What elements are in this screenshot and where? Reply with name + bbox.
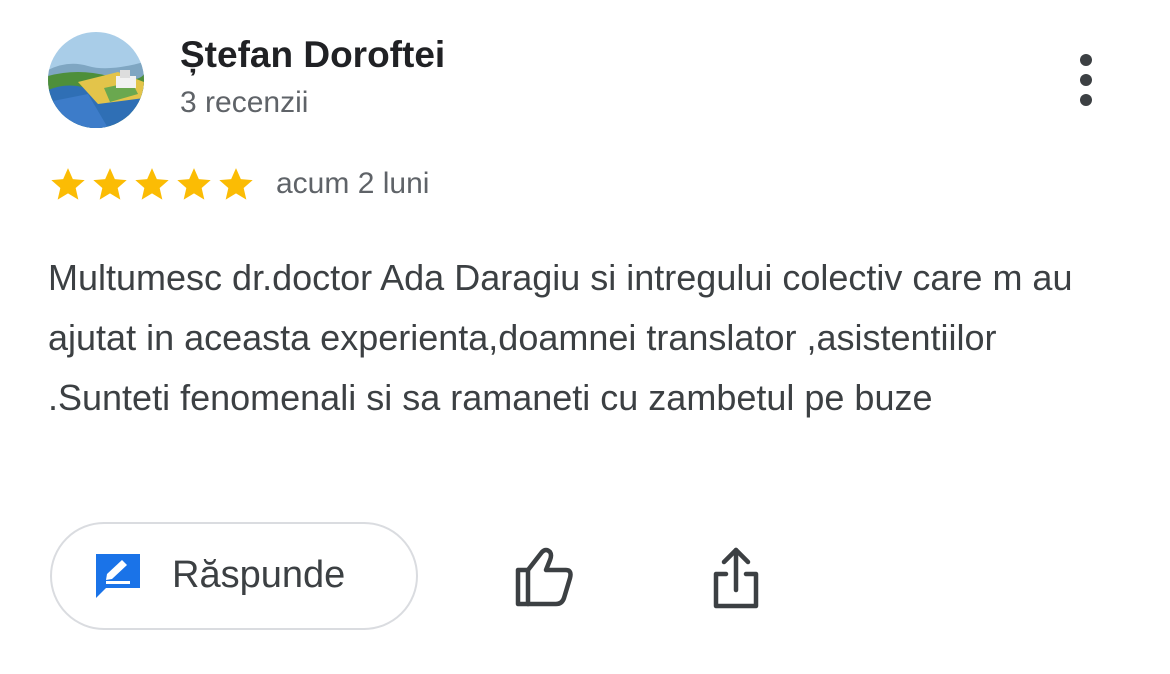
more-options-button[interactable] xyxy=(1062,50,1110,110)
like-button[interactable] xyxy=(508,544,580,612)
review-count[interactable]: 3 recenzii xyxy=(180,86,308,120)
thumbs-up-icon xyxy=(515,547,573,607)
review-time: acum 2 luni xyxy=(276,167,430,200)
star-icon xyxy=(135,168,169,200)
star-icon xyxy=(51,168,85,200)
landscape-photo-avatar-icon xyxy=(48,32,144,128)
author-name[interactable]: Ștefan Doroftei xyxy=(180,34,445,76)
avatar[interactable] xyxy=(48,32,144,128)
star-rating xyxy=(48,162,256,206)
star-icon xyxy=(219,168,253,200)
review-text: Multumesc dr.doctor Ada Daragiu si intre… xyxy=(48,257,1073,418)
more-vert-icon-dot xyxy=(1080,94,1092,106)
reply-icon xyxy=(96,554,140,598)
share-icon xyxy=(713,547,759,609)
more-vert-icon xyxy=(1080,54,1092,66)
share-button[interactable] xyxy=(704,544,768,616)
reply-label: Răspunde xyxy=(172,554,346,596)
star-icon xyxy=(177,168,211,200)
reply-button[interactable]: Răspunde xyxy=(50,522,418,630)
more-vert-icon-dot xyxy=(1080,74,1092,86)
star-icon xyxy=(93,168,127,200)
